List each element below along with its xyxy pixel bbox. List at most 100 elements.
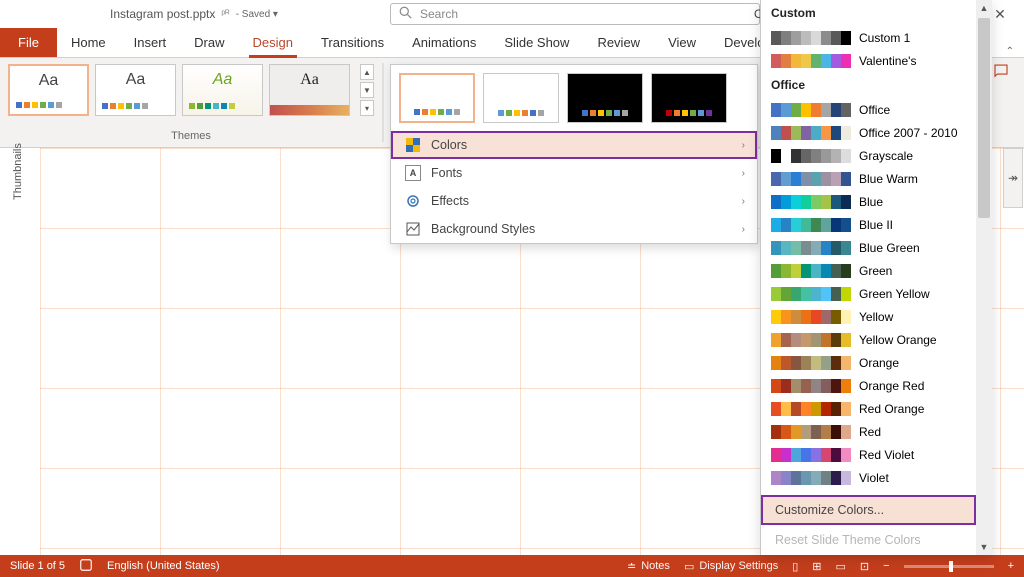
scheme-swatches: [771, 264, 851, 278]
tab-view[interactable]: View: [654, 27, 710, 57]
tab-slide-show[interactable]: Slide Show: [490, 27, 583, 57]
theme-aa: Aa: [102, 71, 169, 89]
display-settings-button[interactable]: ▭ Display Settings: [684, 560, 778, 573]
document-title: Instagram post.pptx ᵖᴿ - Saved ▾: [110, 7, 278, 21]
scheme-swatches: [771, 471, 851, 485]
scroll-thumb[interactable]: [978, 18, 990, 218]
scheme-swatches: [771, 172, 851, 186]
file-tab[interactable]: File: [0, 27, 57, 57]
color-scheme-green[interactable]: Green: [761, 259, 992, 282]
color-scheme-office[interactable]: Office: [761, 98, 992, 121]
reset-colors-label: Reset Slide Theme Colors: [775, 533, 921, 547]
theme-thumb-1[interactable]: Aa: [8, 64, 89, 116]
collapse-ribbon-icon[interactable]: ⌃: [1006, 46, 1014, 57]
custom-section-title: Custom: [761, 0, 992, 26]
scheme-swatches: [771, 379, 851, 393]
tab-review[interactable]: Review: [583, 27, 654, 57]
comments-button[interactable]: [990, 60, 1012, 82]
zoom-out-icon[interactable]: −: [883, 560, 889, 572]
scheme-swatches: [771, 356, 851, 370]
theme-thumb-2[interactable]: Aa: [95, 64, 176, 116]
theme-thumb-4[interactable]: Aa: [269, 64, 350, 116]
close-icon: ✕: [994, 6, 1006, 23]
chevron-right-icon: ›: [742, 196, 745, 207]
fonts-icon: A: [405, 165, 421, 181]
variant-thumb-4[interactable]: [651, 73, 727, 123]
colors-menu-item[interactable]: Colors ›: [391, 131, 757, 159]
variant-thumb-2[interactable]: [483, 73, 559, 123]
color-scheme-yellow[interactable]: Yellow: [761, 305, 992, 328]
tab-insert[interactable]: Insert: [120, 27, 181, 57]
effects-icon: [405, 193, 421, 209]
document-name: Instagram post.pptx: [110, 7, 215, 21]
effects-menu-item[interactable]: Effects ›: [391, 187, 757, 215]
language-indicator[interactable]: English (United States): [107, 560, 220, 572]
scheme-label: Grayscale: [859, 149, 913, 163]
expand-gallery-icon[interactable]: ▾: [360, 100, 374, 116]
view-normal-icon[interactable]: ▯: [792, 560, 798, 573]
color-scheme-red-violet[interactable]: Red Violet: [761, 443, 992, 466]
spellcheck-icon[interactable]: [79, 558, 93, 575]
color-scheme-yellow-orange[interactable]: Yellow Orange: [761, 328, 992, 351]
scheme-label: Yellow Orange: [859, 333, 937, 347]
view-reading-icon[interactable]: ▭: [836, 560, 846, 573]
tab-design[interactable]: Design: [239, 27, 307, 57]
color-scheme-blue[interactable]: Blue: [761, 190, 992, 213]
tab-draw[interactable]: Draw: [180, 27, 238, 57]
scheme-footer: Customize Colors... Reset Slide Theme Co…: [761, 495, 976, 555]
variant-thumb-1[interactable]: [399, 73, 475, 123]
color-scheme-orange[interactable]: Orange: [761, 351, 992, 374]
tab-animations[interactable]: Animations: [398, 27, 490, 57]
view-sorter-icon[interactable]: ⊞: [812, 560, 821, 573]
search-placeholder: Search: [420, 7, 458, 21]
scheme-swatches: [771, 103, 851, 117]
themes-group: Aa Aa Aa Aa ▲ ▼ ▾: [0, 58, 382, 147]
scheme-scrollbar[interactable]: ▲ ▼: [976, 0, 992, 555]
color-scheme-grayscale[interactable]: Grayscale: [761, 144, 992, 167]
scheme-swatches: [771, 425, 851, 439]
tab-home[interactable]: Home: [57, 27, 120, 57]
shared-icon: ᵖᴿ: [221, 9, 229, 20]
color-scheme-blue-ii[interactable]: Blue II: [761, 213, 992, 236]
color-scheme-custom-1[interactable]: Custom 1: [761, 26, 992, 49]
scroll-down-icon[interactable]: ▼: [976, 539, 992, 555]
file-tab-label: File: [18, 35, 39, 50]
color-scheme-blue-warm[interactable]: Blue Warm: [761, 167, 992, 190]
theme-aa: Aa: [276, 71, 343, 89]
scheme-swatches: [771, 448, 851, 462]
color-scheme-orange-red[interactable]: Orange Red: [761, 374, 992, 397]
colors-icon: [405, 137, 421, 153]
scheme-swatches: [771, 402, 851, 416]
color-scheme-blue-green[interactable]: Blue Green: [761, 236, 992, 259]
search-box[interactable]: Search: [390, 3, 760, 25]
chevron-up-icon[interactable]: ▲: [360, 64, 374, 80]
scroll-up-icon[interactable]: ▲: [976, 0, 992, 16]
color-scheme-violet[interactable]: Violet: [761, 466, 992, 489]
background-styles-menu-item[interactable]: Background Styles ›: [391, 215, 757, 243]
themes-group-label: Themes: [8, 130, 374, 142]
scheme-label: Green Yellow: [859, 287, 930, 301]
variant-thumb-3[interactable]: [567, 73, 643, 123]
notes-button[interactable]: ≐ Notes: [627, 560, 670, 573]
view-slideshow-icon[interactable]: ⊡: [860, 560, 869, 573]
theme-gallery-scroll[interactable]: ▲ ▼ ▾: [360, 64, 374, 116]
chevron-down-icon[interactable]: ▼: [360, 82, 374, 98]
color-scheme-red-orange[interactable]: Red Orange: [761, 397, 992, 420]
designer-pane-handle[interactable]: ↠: [1003, 148, 1023, 208]
background-icon: [405, 221, 421, 237]
color-scheme-office-2007-2010[interactable]: Office 2007 - 2010: [761, 121, 992, 144]
slide-counter[interactable]: Slide 1 of 5: [10, 560, 65, 572]
theme-thumb-3[interactable]: Aa: [182, 64, 263, 116]
zoom-slider[interactable]: [904, 565, 994, 568]
theme-gallery[interactable]: Aa Aa Aa Aa ▲ ▼ ▾: [8, 64, 374, 116]
color-scheme-valentine-s[interactable]: Valentine's: [761, 49, 992, 72]
zoom-in-icon[interactable]: +: [1008, 560, 1014, 572]
theme-aa: Aa: [16, 72, 81, 90]
saved-status[interactable]: - Saved ▾: [236, 9, 278, 20]
tab-transitions[interactable]: Transitions: [307, 27, 398, 57]
chevron-right-icon: ›: [742, 224, 745, 235]
color-scheme-green-yellow[interactable]: Green Yellow: [761, 282, 992, 305]
customize-colors-button[interactable]: Customize Colors...: [761, 495, 976, 525]
color-scheme-red[interactable]: Red: [761, 420, 992, 443]
fonts-menu-item[interactable]: A Fonts ›: [391, 159, 757, 187]
